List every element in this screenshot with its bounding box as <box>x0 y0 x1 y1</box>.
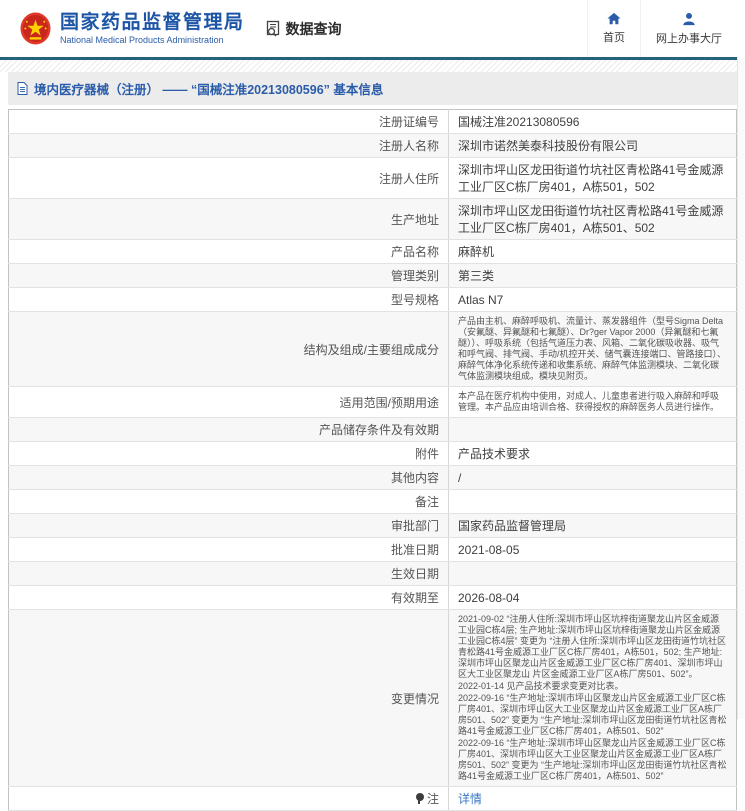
page-title: 境内医疗器械（注册） —— “国械注准20213080596” 基本信息 <box>34 79 383 98</box>
table-row: 其他内容/ <box>9 466 737 490</box>
row-value: 麻醉机 <box>449 240 737 264</box>
value-paragraph: 本产品在医疗机构中使用，对成人、儿童患者进行吸入麻醉和呼吸管理。本产品应由培训合… <box>458 391 727 413</box>
row-value: 国家药品监督管理局 <box>449 514 737 538</box>
table-row: 注详情 <box>9 787 737 811</box>
row-value: 产品由主机、麻醉呼吸机、流量计、蒸发器组件（型号Sigma Delta（安氟醚、… <box>449 312 737 387</box>
detail-link[interactable]: 详情 <box>458 792 482 806</box>
hatched-strip <box>0 60 745 72</box>
row-label: 管理类别 <box>9 264 449 288</box>
table-row: 适用范围/预期用途本产品在医疗机构中使用，对成人、儿童患者进行吸入麻醉和呼吸管理… <box>9 387 737 418</box>
row-value: 2021-09-02 “注册人住所:深圳市坪山区坑梓街道聚龙山片区金威源工业园C… <box>449 610 737 787</box>
row-label: 产品名称 <box>9 240 449 264</box>
doc-search-icon <box>265 20 282 37</box>
table-row: 注册证编号国械注准20213080596 <box>9 110 737 134</box>
nav-item-home[interactable]: 首页 <box>587 0 640 57</box>
row-value <box>449 562 737 586</box>
value-paragraph: 2022-01-14 见产品技术要求变更对比表。 <box>458 681 727 692</box>
person-icon <box>682 12 696 26</box>
row-label: 注册证编号 <box>9 110 449 134</box>
table-row: 有效期至2026-08-04 <box>9 586 737 610</box>
table-row: 注册人住所深圳市坪山区龙田街道竹坑社区青松路41号金威源工业厂区C栋厂房401，… <box>9 158 737 199</box>
row-label: 其他内容 <box>9 466 449 490</box>
nav-home-label: 首页 <box>603 29 625 45</box>
brand-logo[interactable]: 国家药品监督管理局 National Medical Products Admi… <box>20 12 245 45</box>
row-label: 生效日期 <box>9 562 449 586</box>
home-icon <box>607 12 621 25</box>
row-label: 备注 <box>9 490 449 514</box>
row-label: 附件 <box>9 442 449 466</box>
row-value: 第三类 <box>449 264 737 288</box>
value-paragraph: 2022-09-16 “生产地址:深圳市坪山区聚龙山片区金威源工业厂区C栋厂房4… <box>458 693 727 737</box>
page-header: 国家药品监督管理局 National Medical Products Admi… <box>0 0 745 57</box>
row-value: Atlas N7 <box>449 288 737 312</box>
row-label: 生产地址 <box>9 199 449 240</box>
table-row: 审批部门国家药品监督管理局 <box>9 514 737 538</box>
row-value: 产品技术要求 <box>449 442 737 466</box>
row-value <box>449 490 737 514</box>
table-row: 备注 <box>9 490 737 514</box>
row-value: 深圳市诺然美泰科技股份有限公司 <box>449 134 737 158</box>
data-query-label: 数据查询 <box>286 19 342 39</box>
table-row: 型号规格Atlas N7 <box>9 288 737 312</box>
row-label: 批准日期 <box>9 538 449 562</box>
table-row: 变更情况2021-09-02 “注册人住所:深圳市坪山区坑梓街道聚龙山片区金威源… <box>9 610 737 787</box>
table-row: 管理类别第三类 <box>9 264 737 288</box>
row-label: 有效期至 <box>9 586 449 610</box>
row-value <box>449 418 737 442</box>
row-value: 本产品在医疗机构中使用，对成人、儿童患者进行吸入麻醉和呼吸管理。本产品应由培训合… <box>449 387 737 418</box>
info-table-body: 注册证编号国械注准20213080596注册人名称深圳市诺然美泰科技股份有限公司… <box>9 110 737 811</box>
org-name-en: National Medical Products Administration <box>60 35 245 45</box>
value-paragraph: 2022-09-16 “生产地址:深圳市坪山区聚龙山片区金威源工业厂区C栋厂房4… <box>458 738 727 782</box>
header-nav: 首页 网上办事大厅 <box>587 0 737 57</box>
table-row: 注册人名称深圳市诺然美泰科技股份有限公司 <box>9 134 737 158</box>
registration-info-table: 注册证编号国械注准20213080596注册人名称深圳市诺然美泰科技股份有限公司… <box>8 109 737 811</box>
row-label: 变更情况 <box>9 610 449 787</box>
main-content: 注册证编号国械注准20213080596注册人名称深圳市诺然美泰科技股份有限公司… <box>8 109 737 811</box>
table-row: 产品名称麻醉机 <box>9 240 737 264</box>
row-value: / <box>449 466 737 490</box>
row-value: 深圳市坪山区龙田街道竹坑社区青松路41号金威源工业厂区C栋厂房401，A栋501… <box>449 199 737 240</box>
table-row: 附件产品技术要求 <box>9 442 737 466</box>
value-paragraph: 产品由主机、麻醉呼吸机、流量计、蒸发器组件（型号Sigma Delta（安氟醚、… <box>458 316 727 382</box>
table-row: 生产地址深圳市坪山区龙田街道竹坑社区青松路41号金威源工业厂区C栋厂房401，A… <box>9 199 737 240</box>
nav-item-service-hall[interactable]: 网上办事大厅 <box>640 0 737 57</box>
document-icon <box>17 82 28 95</box>
table-row: 结构及组成/主要组成成分产品由主机、麻醉呼吸机、流量计、蒸发器组件（型号Sigm… <box>9 312 737 387</box>
org-name-cn: 国家药品监督管理局 <box>60 12 245 33</box>
row-label: 产品储存条件及有效期 <box>9 418 449 442</box>
row-value: 深圳市坪山区龙田街道竹坑社区青松路41号金威源工业厂区C栋厂房401，A栋501… <box>449 158 737 199</box>
note-icon <box>416 793 425 804</box>
nav-service-hall-label: 网上办事大厅 <box>656 30 722 46</box>
row-label: 注册人名称 <box>9 134 449 158</box>
national-emblem-icon <box>20 12 51 45</box>
page-title-bar: 境内医疗器械（注册） —— “国械注准20213080596” 基本信息 <box>8 72 737 105</box>
data-query-tab[interactable]: 数据查询 <box>265 19 342 39</box>
row-value: 国械注准20213080596 <box>449 110 737 134</box>
table-row: 批准日期2021-08-05 <box>9 538 737 562</box>
row-label: 审批部门 <box>9 514 449 538</box>
row-label: 型号规格 <box>9 288 449 312</box>
row-value: 2021-08-05 <box>449 538 737 562</box>
row-value: 详情 <box>449 787 737 811</box>
row-value: 2026-08-04 <box>449 586 737 610</box>
value-paragraph: 2021-09-02 “注册人住所:深圳市坪山区坑梓街道聚龙山片区金威源工业园C… <box>458 614 727 680</box>
vertical-scrollbar[interactable] <box>737 57 745 719</box>
row-label: 结构及组成/主要组成成分 <box>9 312 449 387</box>
brand-text: 国家药品监督管理局 National Medical Products Admi… <box>60 12 245 45</box>
table-row: 产品储存条件及有效期 <box>9 418 737 442</box>
row-label: 注册人住所 <box>9 158 449 199</box>
row-label: 注 <box>9 787 449 811</box>
row-label: 适用范围/预期用途 <box>9 387 449 418</box>
table-row: 生效日期 <box>9 562 737 586</box>
